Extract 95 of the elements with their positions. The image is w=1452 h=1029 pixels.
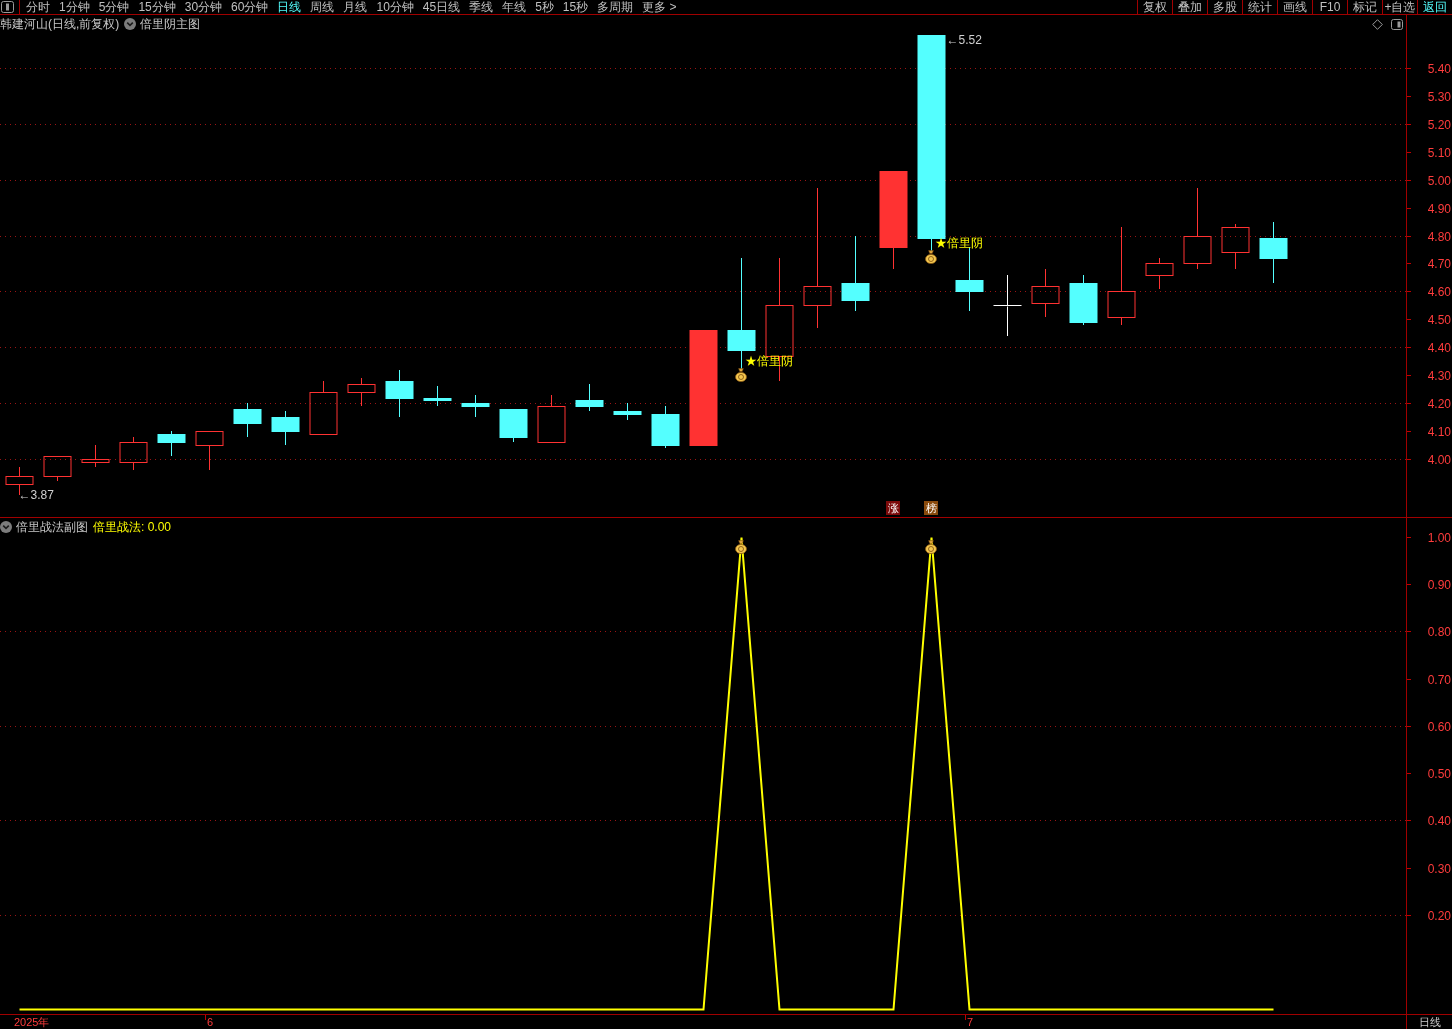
indicator-name: 倍里战法副图	[16, 519, 88, 535]
money-bag-icon	[735, 539, 747, 554]
period-tab[interactable]: 周线	[310, 0, 335, 14]
money-bag-icon	[735, 367, 747, 382]
date-label: 7	[966, 1015, 974, 1029]
period-tab[interactable]: 15秒	[562, 0, 589, 14]
candlestick	[613, 402, 642, 421]
period-tab[interactable]: 10分钟	[376, 0, 414, 14]
candlestick	[347, 377, 376, 407]
candlestick	[993, 274, 1022, 337]
axis-label: 4.10	[1427, 424, 1451, 439]
diamond-icon[interactable]	[1372, 18, 1383, 30]
axis-label: 5.20	[1427, 117, 1451, 132]
sidebar-toggle-icon[interactable]	[1, 1, 14, 13]
axis-label: 0.90	[1427, 577, 1451, 592]
period-tab[interactable]: 30分钟	[184, 0, 223, 14]
money-bag-icon	[925, 539, 937, 554]
indicator-reading: 倍里战法: 0.00	[93, 519, 172, 535]
axis-label: 4.30	[1427, 368, 1451, 383]
axis-label: 0.40	[1427, 813, 1451, 828]
period-tab[interactable]: 1分钟	[59, 0, 90, 14]
money-bag-icon	[925, 250, 937, 265]
candlestick	[1259, 221, 1288, 284]
period-tab[interactable]: 分时	[26, 0, 50, 14]
candlestick	[423, 385, 452, 407]
signal-tag: 榜	[924, 501, 938, 515]
candlestick	[1031, 268, 1060, 318]
axis-label: 5.00	[1427, 173, 1451, 188]
axis-label: 5.40	[1427, 61, 1451, 76]
candlestick	[499, 408, 528, 443]
toolbar-button[interactable]: F10	[1312, 0, 1347, 14]
axis-label: 4.90	[1427, 201, 1451, 216]
axis-label: 1.00	[1427, 530, 1451, 545]
candlestick	[43, 455, 72, 482]
period-tab[interactable]: 多周期	[597, 0, 634, 14]
period-tab[interactable]: 5秒	[535, 0, 554, 14]
axis-label: 4.80	[1427, 229, 1451, 244]
axis-label: 4.40	[1427, 340, 1451, 355]
toolbar-button[interactable]: 统计	[1242, 0, 1277, 14]
candlestick	[1069, 274, 1098, 326]
period-tab[interactable]: 5分钟	[98, 0, 130, 14]
period-tab[interactable]: 日线	[277, 0, 302, 14]
axis-label: 0.60	[1427, 719, 1451, 734]
chart-label: ←5.52	[946, 32, 982, 47]
period-tab[interactable]: 45日线	[422, 0, 461, 14]
dropdown-icon[interactable]	[0, 521, 12, 533]
chart-label: ★倍里阴	[934, 236, 983, 251]
toolbar-button[interactable]: 画线	[1277, 0, 1312, 14]
stock-title: 韩建河山(日线,前复权)	[0, 16, 120, 32]
period-label: 日线	[1418, 1015, 1441, 1029]
axis-label: 4.70	[1427, 256, 1451, 271]
indicator-name: 倍里阴主图	[140, 16, 201, 32]
candlestick	[157, 430, 186, 457]
chart-label: ←3.87	[18, 488, 54, 503]
axis-label: 0.30	[1427, 861, 1451, 876]
panel-toggle-icon[interactable]	[1391, 18, 1403, 30]
dropdown-icon[interactable]	[124, 18, 137, 30]
candlestick	[385, 369, 414, 418]
year-label: 2025年	[14, 1015, 50, 1029]
period-tab[interactable]: 15分钟	[138, 0, 176, 14]
toolbar-button[interactable]: 返回	[1417, 0, 1452, 14]
period-tab[interactable]: 60分钟	[231, 0, 269, 14]
toolbar-button[interactable]: 叠加	[1172, 0, 1207, 14]
axis-label: 0.70	[1427, 672, 1451, 687]
axis-label: 4.60	[1427, 284, 1451, 299]
axis-label: 4.00	[1427, 452, 1451, 467]
candlestick	[81, 444, 110, 468]
axis-label: 0.20	[1427, 908, 1451, 923]
axis-label: 5.30	[1427, 89, 1451, 104]
candlestick	[309, 380, 338, 435]
axis-label: 4.50	[1427, 312, 1451, 327]
candlestick	[233, 402, 262, 438]
axis-label: 0.80	[1427, 624, 1451, 639]
period-tab[interactable]: 季线	[469, 0, 494, 14]
axis-label: 4.20	[1427, 396, 1451, 411]
toolbar-button[interactable]: +自选	[1382, 0, 1417, 14]
candlestick	[651, 405, 680, 449]
toolbar-button[interactable]: 复权	[1137, 0, 1172, 14]
candlestick	[119, 436, 148, 471]
candlestick	[271, 410, 300, 446]
candlestick	[1221, 223, 1250, 270]
date-label: 6	[206, 1015, 214, 1029]
toolbar-button[interactable]: 标记	[1347, 0, 1382, 14]
candlestick	[1145, 257, 1174, 290]
candlestick	[195, 430, 224, 471]
axis-label: 5.10	[1427, 145, 1451, 160]
period-tab[interactable]: 月线	[343, 0, 368, 14]
axis-label: 0.50	[1427, 766, 1451, 781]
toolbar-button[interactable]: 多股	[1207, 0, 1242, 14]
period-tab[interactable]: 更多 >	[642, 0, 677, 14]
period-tab[interactable]: 年线	[502, 0, 527, 14]
candlestick	[537, 394, 566, 443]
candlestick	[461, 394, 490, 418]
signal-tag: 涨	[886, 501, 900, 515]
candlestick	[575, 383, 604, 412]
